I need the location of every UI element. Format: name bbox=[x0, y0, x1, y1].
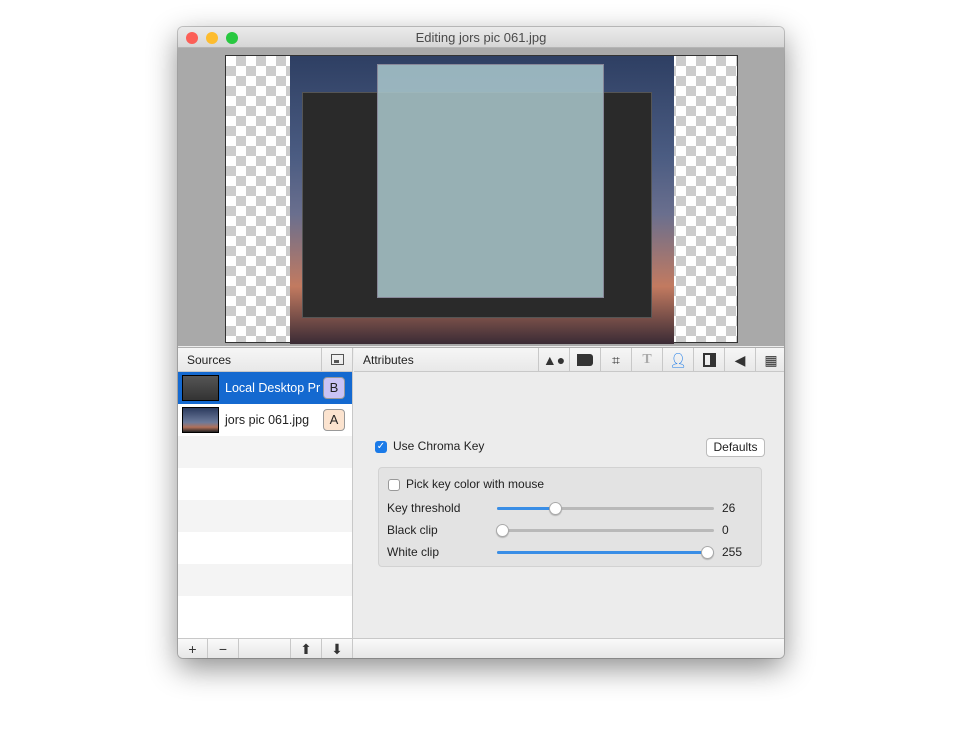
mask-icon[interactable] bbox=[693, 348, 724, 372]
shapes-icon[interactable]: ▲● bbox=[538, 348, 569, 372]
title-bar: Editing jors pic 061.jpg bbox=[178, 27, 784, 48]
preview-area[interactable] bbox=[178, 48, 784, 346]
film-icon[interactable]: ▦ bbox=[755, 348, 784, 372]
layer-badge[interactable]: A bbox=[323, 409, 345, 431]
layout-toggle-icon[interactable] bbox=[321, 348, 352, 371]
key-threshold-slider[interactable] bbox=[497, 502, 714, 515]
audio-speaker-icon[interactable]: ◀ bbox=[724, 348, 755, 372]
folder-icon[interactable] bbox=[569, 348, 600, 372]
chroma-key-person-icon[interactable]: 👤︎ bbox=[662, 348, 693, 372]
black-clip-slider[interactable] bbox=[496, 524, 714, 537]
pick-key-color-checkbox[interactable]: Pick key color with mouse bbox=[388, 477, 544, 491]
source-thumbnail bbox=[182, 407, 219, 433]
remove-source-button[interactable]: − bbox=[208, 639, 239, 658]
nested-editor-capture bbox=[377, 64, 604, 298]
source-item[interactable]: jors pic 061.jpg A bbox=[178, 404, 352, 436]
move-up-button[interactable]: ⬆ bbox=[291, 639, 322, 658]
minimize-button[interactable] bbox=[206, 32, 218, 44]
crop-icon[interactable]: ⌗ bbox=[600, 348, 631, 372]
white-clip-slider[interactable] bbox=[497, 546, 714, 559]
preview-canvas[interactable] bbox=[225, 55, 738, 344]
window-title: Editing jors pic 061.jpg bbox=[415, 30, 547, 45]
move-down-button[interactable]: ⬇ bbox=[322, 639, 353, 658]
source-item[interactable]: Local Desktop Pr B bbox=[178, 372, 352, 404]
source-image bbox=[290, 56, 674, 344]
use-chroma-key-checkbox[interactable]: ✓ Use Chroma Key bbox=[375, 439, 484, 453]
zoom-button[interactable] bbox=[226, 32, 238, 44]
defaults-button[interactable]: Defaults bbox=[706, 438, 765, 457]
attributes-panel: Attributes ▲● ⌗ T 👤︎ ◀ ▦ ✓ Use Chroma Key… bbox=[354, 348, 784, 638]
sources-panel: Sources Local Desktop Pr B jors pic 061.… bbox=[178, 348, 353, 638]
sources-footer: + − ⬆ ⬇ bbox=[178, 638, 784, 658]
sources-header: Sources bbox=[178, 348, 352, 372]
layer-badge[interactable]: B bbox=[323, 377, 345, 399]
text-icon[interactable]: T bbox=[631, 348, 662, 372]
source-thumbnail bbox=[182, 375, 219, 401]
add-source-button[interactable]: + bbox=[178, 639, 208, 658]
editor-window: Editing jors pic 061.jpg Sources Local D… bbox=[178, 27, 784, 658]
chroma-key-settings-group: Pick key color with mouse Key threshold … bbox=[378, 467, 762, 567]
close-button[interactable] bbox=[186, 32, 198, 44]
